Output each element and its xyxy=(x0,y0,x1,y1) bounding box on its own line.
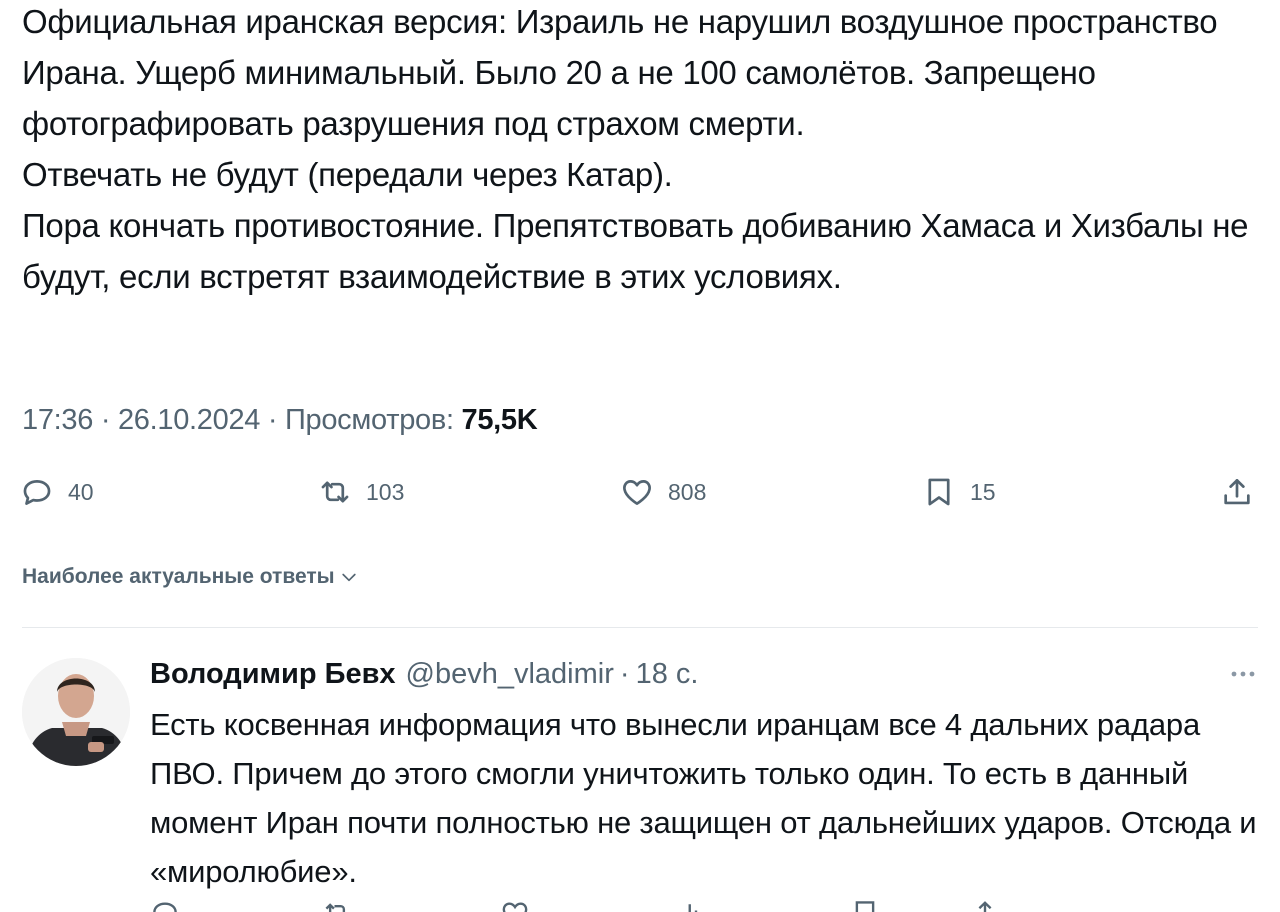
repost-icon xyxy=(321,481,349,503)
share-icon[interactable] xyxy=(970,898,1000,912)
views-count: 75,5K xyxy=(461,404,538,436)
reply-button[interactable]: 40 xyxy=(20,468,94,516)
chevron-down-icon xyxy=(341,573,356,582)
reply-separator: · xyxy=(619,657,630,690)
reply-count: 40 xyxy=(68,478,94,505)
reply-author-name[interactable]: Володимир Бевх xyxy=(150,658,396,691)
views-icon[interactable] xyxy=(676,898,706,912)
reply-actions xyxy=(150,898,1260,912)
repost-icon[interactable] xyxy=(322,898,352,912)
bookmark-button[interactable]: 15 xyxy=(922,468,996,516)
reply-icon xyxy=(23,480,51,505)
like-button[interactable]: 808 xyxy=(620,468,706,516)
like-count: 808 xyxy=(668,478,707,505)
heart-icon[interactable] xyxy=(500,898,530,912)
reply-header: Володимир Бевх @bevh_vladimir · 18 с. xyxy=(150,652,698,696)
avatar-image xyxy=(22,658,130,766)
tweet-text: Официальная иранская версия: Израиль не … xyxy=(22,0,1262,302)
tweet-actions: 40 103 808 15 xyxy=(0,468,1280,516)
tweet-paragraph: Отвечать не будут (передали через Катар)… xyxy=(22,156,673,193)
tweet-time[interactable]: 17:36 xyxy=(22,404,93,436)
reply-time[interactable]: 18 с. xyxy=(636,658,699,691)
avatar[interactable] xyxy=(22,658,130,766)
tweet-paragraph: Официальная иранская версия: Израиль не … xyxy=(22,3,1218,142)
share-button[interactable] xyxy=(1220,468,1268,516)
tweet-paragraph: Пора кончать противостояние. Препятствов… xyxy=(22,207,1249,295)
sort-label: Наиболее актуальные ответы xyxy=(22,565,335,588)
repost-button[interactable]: 103 xyxy=(318,468,404,516)
more-icon xyxy=(1231,671,1255,677)
meta-separator: · xyxy=(260,404,285,436)
divider xyxy=(22,627,1258,628)
tweet-date[interactable]: 26.10.2024 xyxy=(118,404,260,436)
repost-count: 103 xyxy=(366,478,405,505)
heart-icon xyxy=(623,480,651,505)
reply-icon[interactable] xyxy=(150,898,180,912)
bookmark-count: 15 xyxy=(970,478,996,505)
bookmark-icon[interactable] xyxy=(850,898,880,912)
more-button[interactable] xyxy=(1226,660,1260,688)
bookmark-icon xyxy=(928,478,950,506)
reply-author-handle[interactable]: @bevh_vladimir xyxy=(406,658,614,691)
views-label: Просмотров: xyxy=(284,404,454,436)
meta-separator: · xyxy=(93,404,118,436)
reply-text: Есть косвенная информация что вынесли ир… xyxy=(150,707,1257,889)
tweet-detail-page: Официальная иранская версия: Израиль не … xyxy=(0,0,1280,912)
replies-sort-dropdown[interactable]: Наиболее актуальные ответы xyxy=(22,560,359,594)
share-icon xyxy=(1224,479,1250,505)
tweet-meta: 17:36 · 26.10.2024 · Просмотров: 75,5K xyxy=(22,400,538,440)
